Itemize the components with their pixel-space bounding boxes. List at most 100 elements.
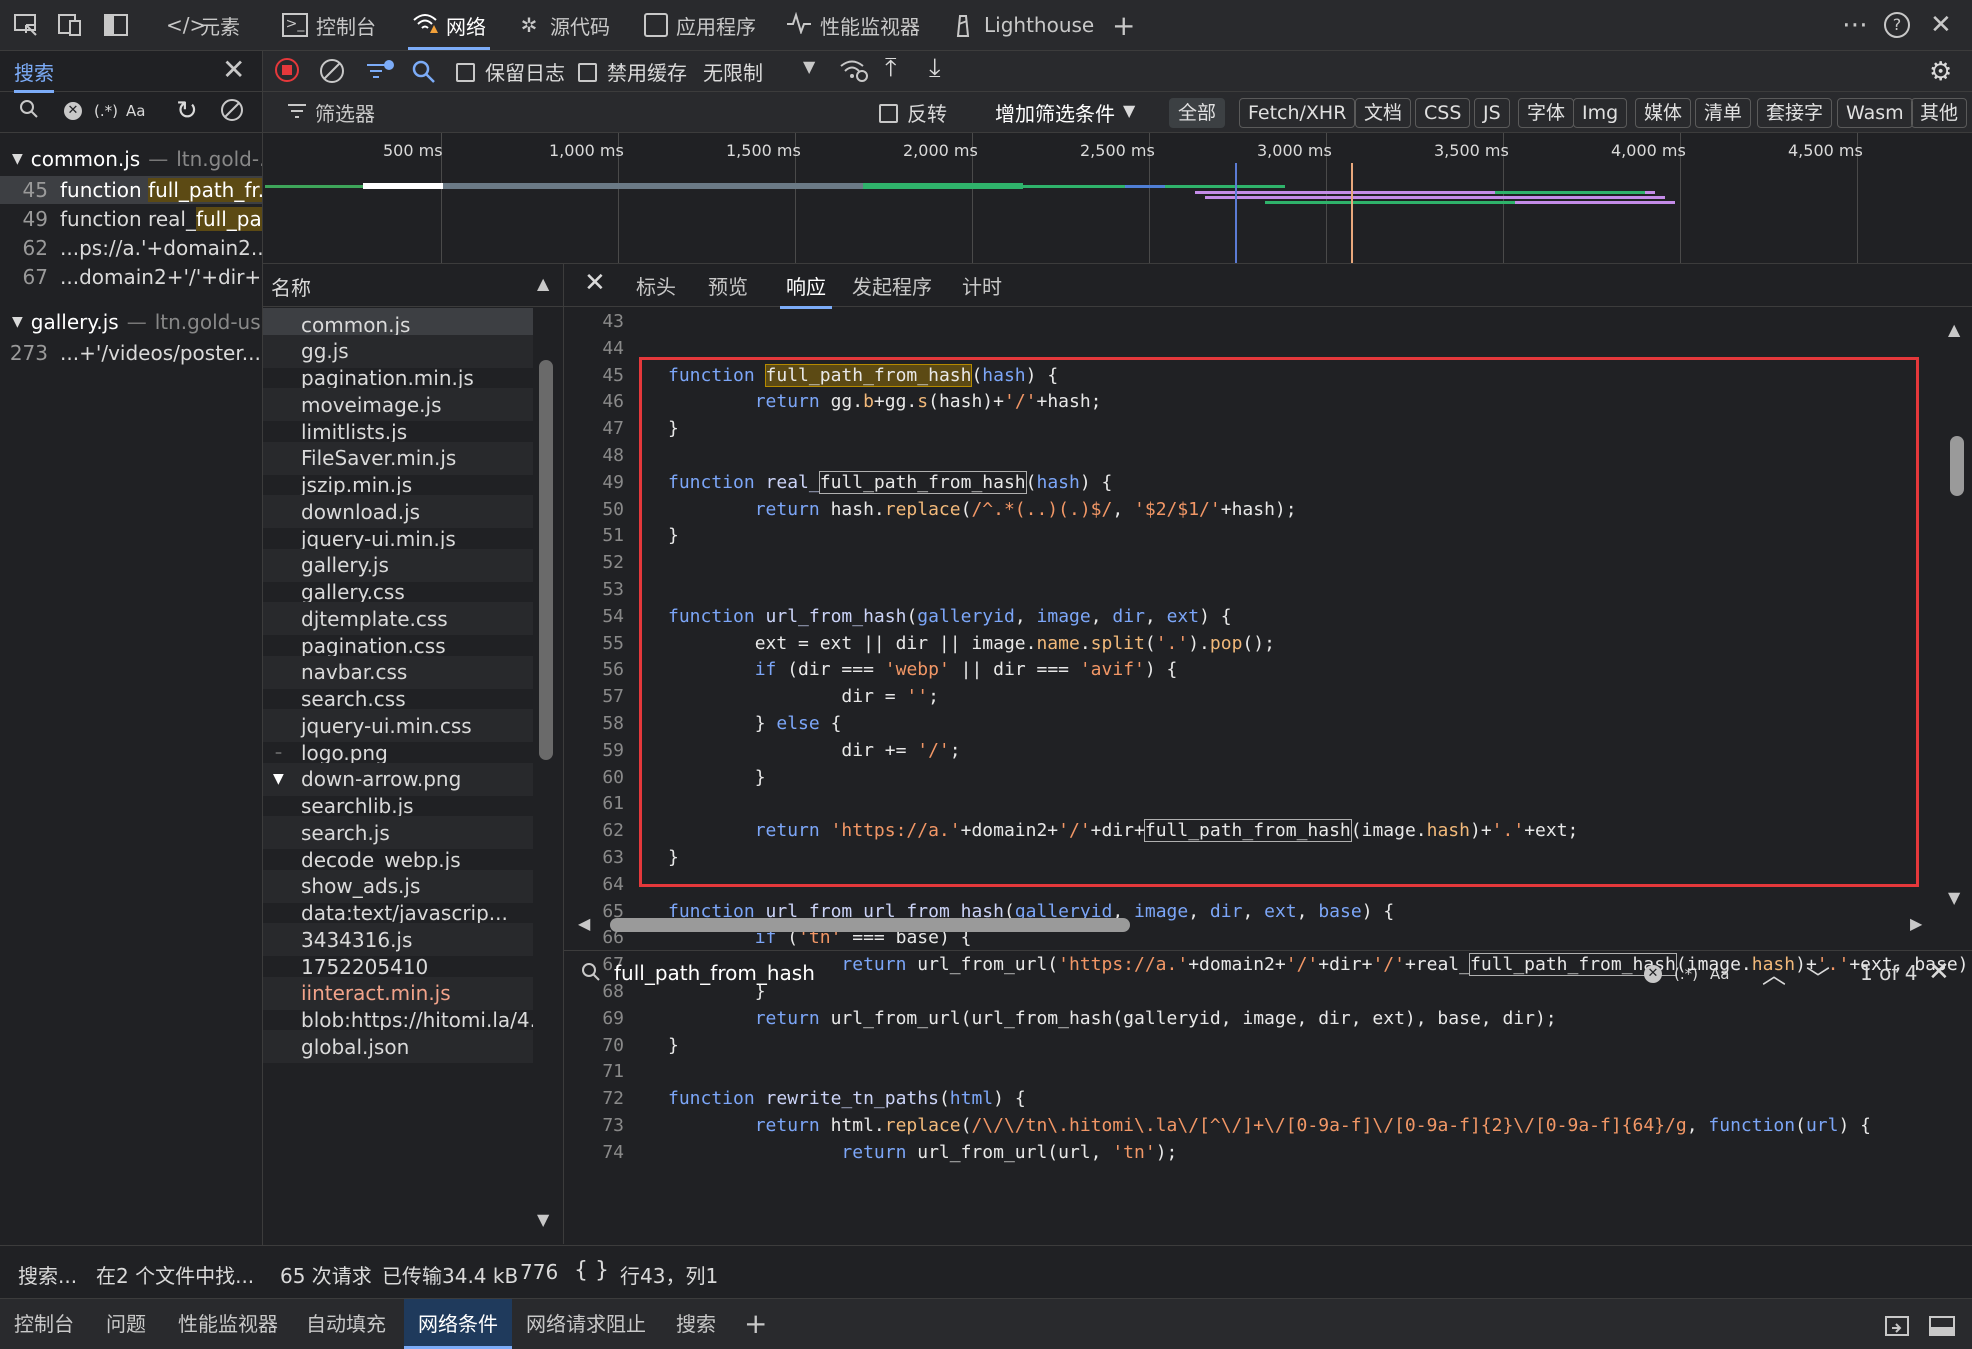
chip-wasm[interactable]: Wasm	[1837, 98, 1913, 128]
drawer-tab-autofill[interactable]: 自动填充	[306, 1299, 386, 1349]
import-har-icon[interactable]: ⤒	[885, 53, 897, 84]
tab-initiator[interactable]: 发起程序	[852, 264, 932, 306]
close-devtools-icon[interactable]: ✕	[1930, 0, 1952, 50]
search-result-line[interactable]: 45 function full_path_fr...	[0, 176, 262, 204]
record-stop-icon[interactable]	[275, 58, 299, 82]
status-bar: 搜索... 在2 个文件中找... 65 次请求 已传输34.4 kB 776 …	[0, 1245, 1972, 1298]
search-result-line[interactable]: 273 ...+'/videos/poster....	[0, 339, 262, 367]
find-clear-icon[interactable]: ✕	[1644, 965, 1662, 983]
code-horizontal-scrollbar[interactable]	[610, 918, 1130, 932]
help-icon[interactable]: ?	[1884, 0, 1910, 50]
code-scroll-down-icon[interactable]: ▼	[1948, 888, 1960, 907]
tab-timing[interactable]: 计时	[962, 264, 1002, 306]
clear-results-icon[interactable]	[220, 98, 244, 127]
request-row[interactable]: global.json	[263, 1030, 533, 1064]
chip-all[interactable]: 全部	[1169, 98, 1226, 128]
tab-response[interactable]: 响应	[780, 264, 832, 309]
find-input[interactable]: full_path_from_hash	[614, 961, 815, 985]
tab-network[interactable]: 网络	[408, 0, 490, 50]
dock-side-icon[interactable]	[102, 0, 130, 50]
code-text: }	[668, 766, 766, 788]
chip-other[interactable]: 其他	[1911, 98, 1968, 128]
tab-lighthouse[interactable]: Lighthouse	[950, 0, 1094, 50]
throttle-dropdown-icon[interactable]: ▼	[803, 57, 815, 76]
find-previous-icon[interactable]: ︿	[1762, 955, 1786, 990]
chip-font[interactable]: 字体	[1518, 98, 1575, 128]
network-timeline-overview[interactable]: 500 ms 1,000 ms 1,500 ms 2,000 ms 2,500 …	[263, 133, 1972, 264]
refresh-icon[interactable]: ↻	[176, 96, 198, 126]
tab-headers[interactable]: 标头	[636, 264, 676, 306]
line-number: 59	[602, 739, 624, 761]
drawer-tab-console[interactable]: 控制台	[14, 1299, 74, 1349]
search-result-file[interactable]: ▼ gallery.js — ltn.gold-us...	[12, 310, 262, 334]
throttle-select[interactable]: 无限制	[703, 57, 763, 86]
request-name: gallery.js	[301, 553, 389, 578]
tab-preview[interactable]: 预览	[708, 264, 748, 306]
response-code-view[interactable]: 43 44 45 function full_path_from_hash(hash)…	[564, 311, 1972, 1163]
filter-clear-icon[interactable]	[365, 59, 395, 90]
chip-doc[interactable]: 文档	[1355, 98, 1412, 128]
find-regex-toggle[interactable]: (.*)	[1674, 965, 1698, 983]
name-column-header[interactable]: 名称 ▲	[263, 264, 563, 307]
drawer-tab-search[interactable]: 搜索	[676, 1299, 716, 1349]
preserve-log-checkbox[interactable]	[456, 63, 475, 82]
drawer-expand-icon[interactable]	[1928, 1299, 1956, 1349]
close-search-icon[interactable]: ✕	[222, 53, 245, 86]
drawer-tab-network-conditions[interactable]: 网络条件	[404, 1299, 512, 1349]
network-settings-gear-icon[interactable]: ⚙	[1929, 57, 1952, 87]
search-result-line[interactable]: 67 ...domain2+'/'+dir+...	[0, 263, 262, 291]
timeline-bar	[443, 183, 863, 189]
find-next-icon[interactable]: ﹀	[1806, 959, 1830, 994]
chip-media[interactable]: 媒体	[1635, 98, 1692, 128]
chip-manifest[interactable]: 清单	[1695, 98, 1752, 128]
search-result-line[interactable]: 49 function real_ full_pa...	[0, 205, 262, 233]
request-name: gg.js	[301, 339, 349, 364]
drawer-dock-icon[interactable]	[1884, 1299, 1912, 1349]
tab-sources[interactable]: ✲ 源代码	[516, 0, 610, 50]
name-list-scrollbar[interactable]	[539, 360, 553, 760]
drawer-tab-issues[interactable]: 问题	[106, 1299, 146, 1349]
code-scroll-up-icon[interactable]: ▲	[1948, 320, 1960, 339]
search-tab[interactable]: 搜索	[14, 57, 54, 93]
code-scroll-left-icon[interactable]: ◀	[578, 914, 590, 933]
search-result-line[interactable]: 62 ...ps://a.'+domain2...	[0, 234, 262, 262]
clear-search-icon[interactable]: ✕	[64, 102, 82, 120]
drawer-tab-performance-monitor[interactable]: 性能监视器	[178, 1299, 278, 1349]
drawer-tab-request-blocking[interactable]: 网络请求阻止	[526, 1299, 646, 1349]
tab-application[interactable]: 应用程序	[644, 0, 756, 50]
pretty-print-braces[interactable]: { }	[574, 1258, 609, 1283]
find-case-toggle[interactable]: Aa	[1710, 965, 1729, 983]
add-tab-icon[interactable]: +	[1112, 0, 1135, 50]
find-close-icon[interactable]: ✕	[1928, 957, 1950, 987]
chip-fetch-xhr[interactable]: Fetch/XHR	[1239, 98, 1356, 128]
code-scroll-right-icon[interactable]: ▶	[1910, 914, 1922, 933]
chip-js[interactable]: JS	[1474, 98, 1510, 128]
device-toolbar-icon[interactable]	[56, 0, 84, 50]
close-detail-icon[interactable]: ✕	[584, 268, 606, 298]
more-filters-dropdown[interactable]: 增加筛选条件	[995, 98, 1115, 127]
invert-checkbox[interactable]	[879, 104, 898, 123]
more-options-icon[interactable]: ⋯	[1842, 0, 1868, 50]
devtools-tab-bar: </> 元素 >_ 控制台 网络 ✲ 源代码 应用程序 性能监视器 Lighth…	[0, 0, 1972, 51]
tab-performance[interactable]: 性能监视器	[786, 0, 920, 50]
search-network-icon[interactable]	[411, 59, 437, 90]
network-conditions-icon[interactable]	[839, 57, 869, 88]
tab-console[interactable]: >_ 控制台	[282, 0, 376, 50]
search-result-file[interactable]: ▼ common.js — ltn.gold-...	[12, 147, 262, 171]
scroll-down-icon[interactable]: ▼	[537, 1210, 549, 1229]
export-har-icon[interactable]: ⤓	[929, 53, 941, 84]
inspect-element-icon[interactable]	[12, 0, 40, 50]
regex-toggle[interactable]: (.*)	[94, 102, 118, 120]
disable-cache-checkbox[interactable]	[578, 63, 597, 82]
chip-socket[interactable]: 套接字	[1757, 98, 1833, 128]
drawer-add-tab-icon[interactable]: +	[744, 1299, 767, 1349]
tab-elements[interactable]: </> 元素	[166, 0, 240, 50]
filter-input[interactable]: 筛选器	[315, 98, 375, 127]
chip-img[interactable]: Img	[1573, 98, 1628, 128]
chip-css[interactable]: CSS	[1415, 98, 1471, 128]
timeline-bar	[1205, 196, 1665, 199]
clear-log-icon[interactable]	[319, 58, 345, 89]
code-vertical-scrollbar[interactable]	[1950, 436, 1964, 496]
case-toggle[interactable]: Aa	[126, 102, 145, 120]
code-line: 47}	[564, 415, 679, 442]
